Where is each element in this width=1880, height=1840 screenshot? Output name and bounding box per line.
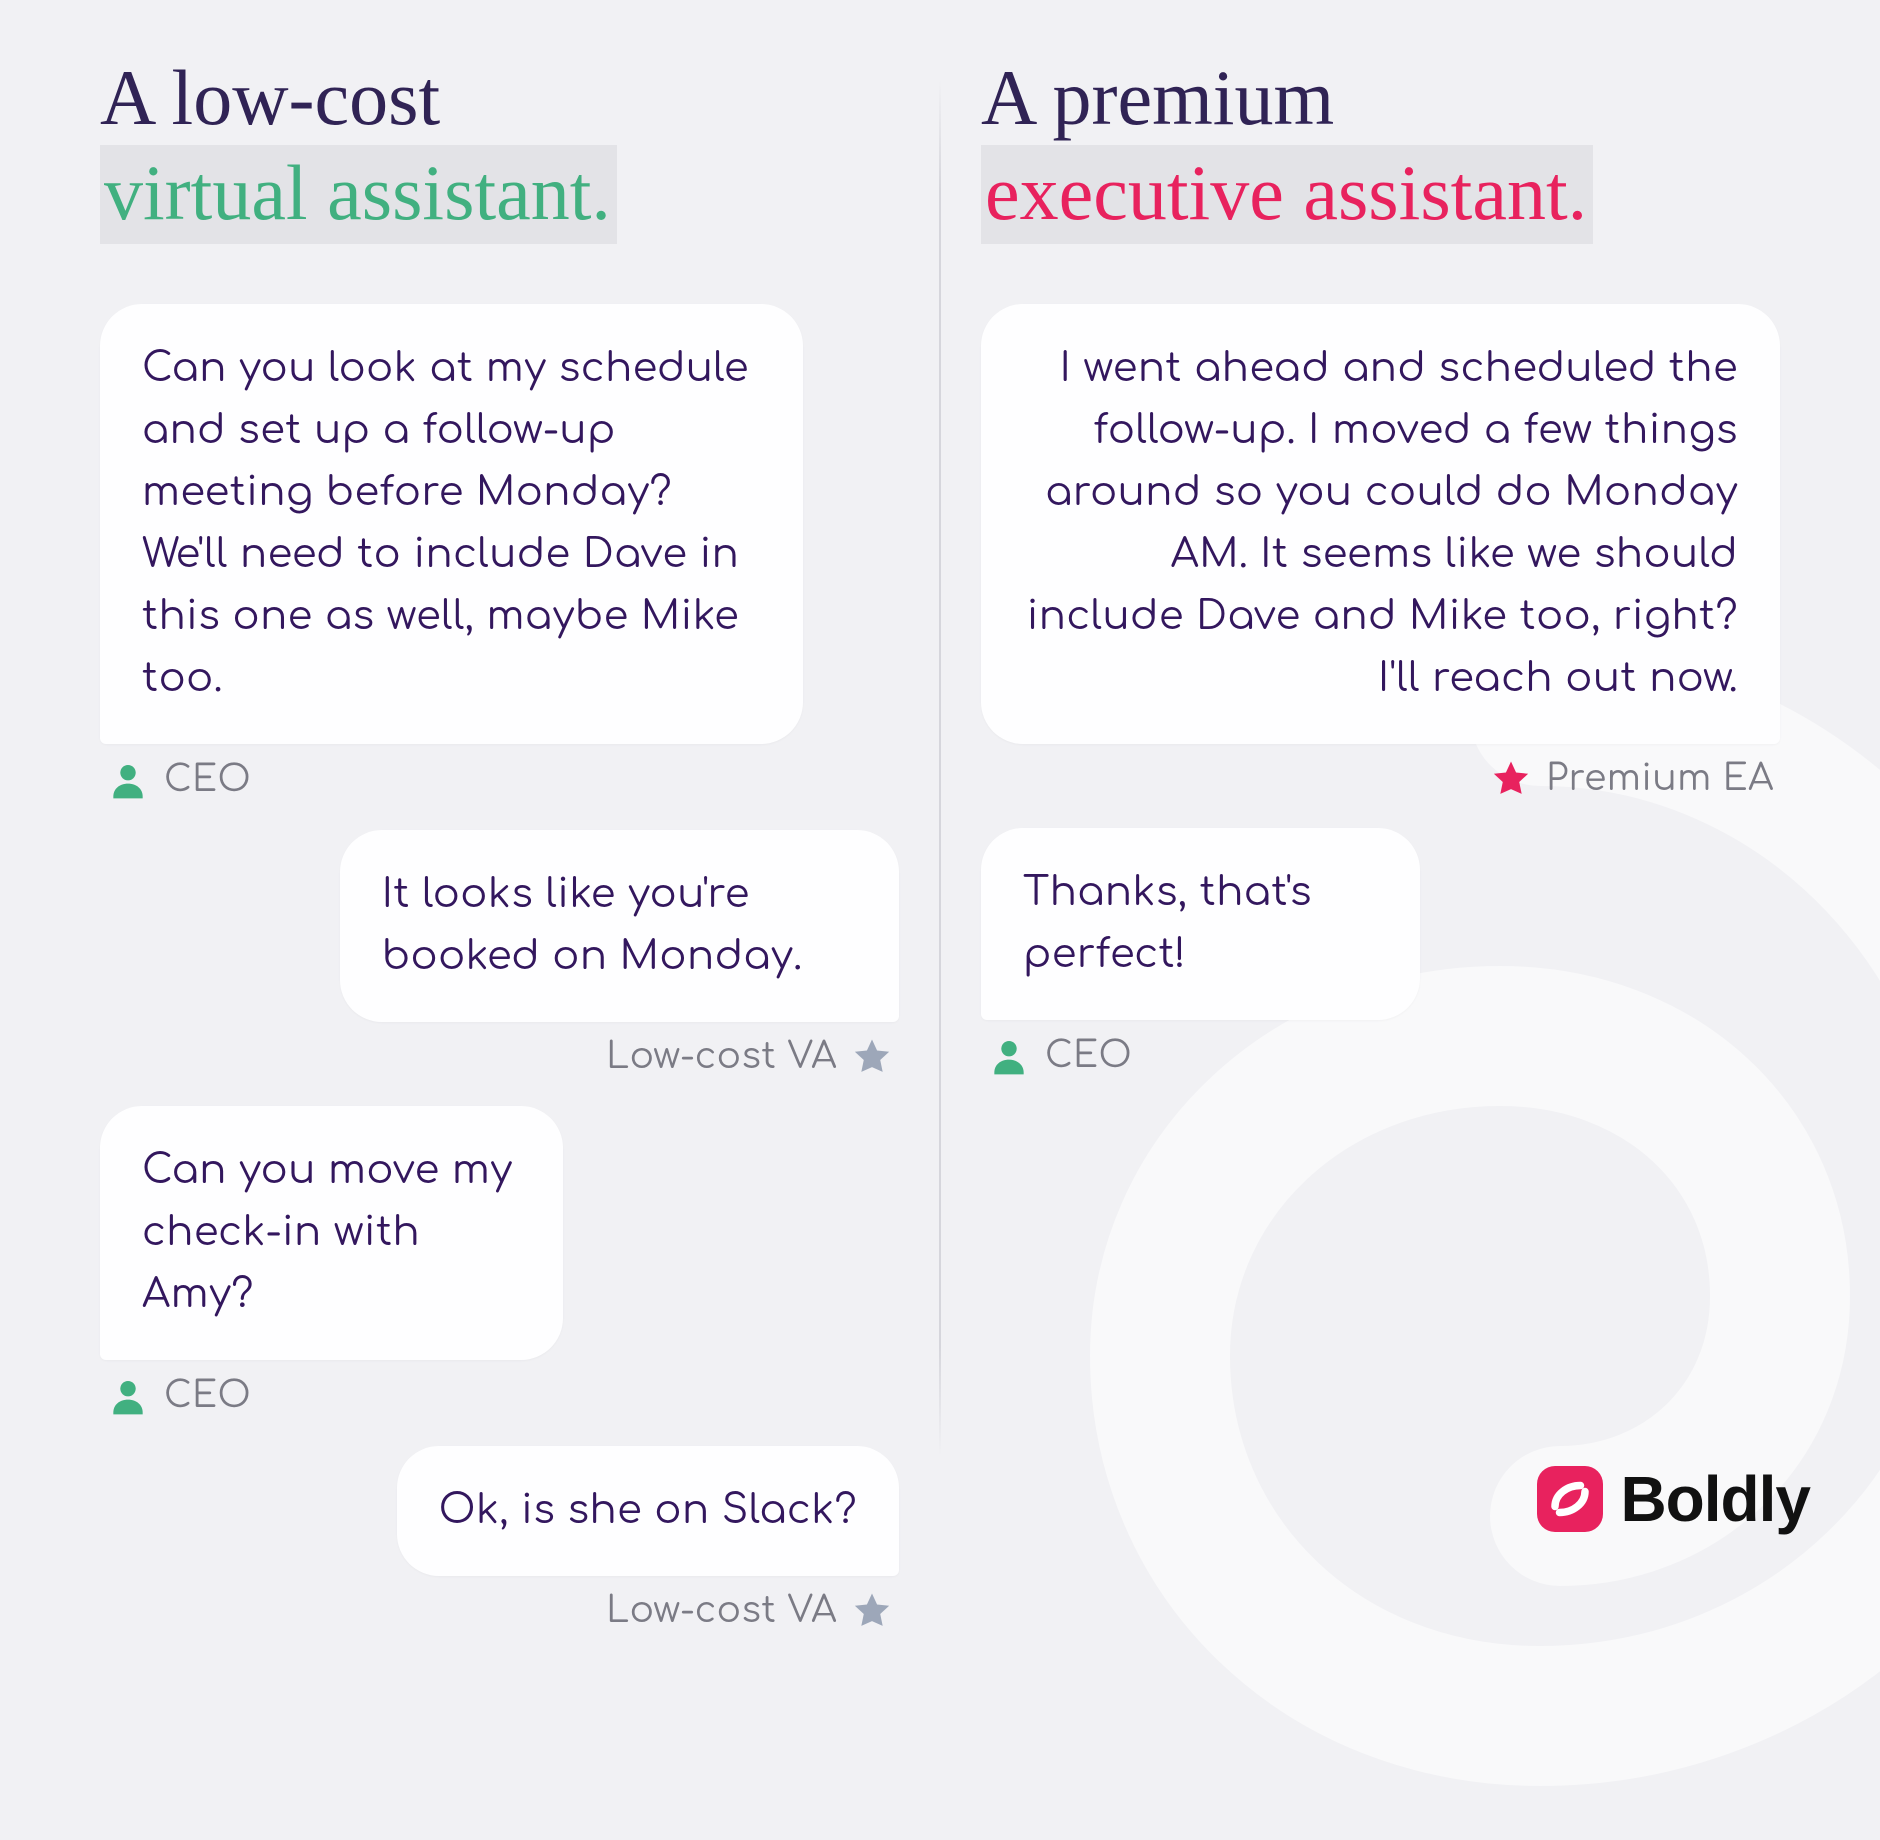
message-attribution: CEO — [981, 1034, 1420, 1078]
message-block: I went ahead and scheduled the follow-up… — [981, 304, 1780, 800]
comparison-container: A low-cost virtual assistant. Can you lo… — [0, 0, 1880, 1576]
sender-label: Premium EA — [1546, 759, 1774, 799]
chat-bubble: Can you move my check-in with Amy? — [100, 1106, 563, 1360]
message-block: Thanks, that's perfect! CEO — [981, 828, 1780, 1078]
message-block: Ok, is she on Slack? Low-cost VA — [100, 1446, 899, 1632]
heading-premium: A premium executive assistant. — [981, 50, 1780, 244]
logo-mark-icon — [1534, 1463, 1606, 1535]
message-block: Can you look at my schedule and set up a… — [100, 304, 899, 802]
star-icon — [851, 1590, 893, 1632]
message-block: It looks like you're booked on Monday. L… — [100, 830, 899, 1078]
sender-label: CEO — [1045, 1036, 1132, 1076]
message-attribution: Low-cost VA — [340, 1036, 899, 1078]
chat-bubble: I went ahead and scheduled the follow-up… — [981, 304, 1780, 744]
brand-logo: Boldly — [1534, 1462, 1810, 1536]
chat-bubble: Ok, is she on Slack? — [397, 1446, 899, 1576]
person-icon — [106, 758, 150, 802]
chat-bubble: Thanks, that's perfect! — [981, 828, 1420, 1020]
logo-text: Boldly — [1620, 1462, 1810, 1536]
sender-label: Low-cost VA — [606, 1591, 837, 1631]
heading-line-2: virtual assistant. — [100, 145, 617, 244]
sender-label: CEO — [164, 1376, 251, 1416]
chat-bubble: It looks like you're booked on Monday. — [340, 830, 899, 1022]
message-attribution: Premium EA — [981, 758, 1780, 800]
star-icon — [1490, 758, 1532, 800]
chat-bubble: Can you look at my schedule and set up a… — [100, 304, 803, 744]
person-icon — [987, 1034, 1031, 1078]
heading-low-cost: A low-cost virtual assistant. — [100, 50, 899, 244]
person-icon — [106, 1374, 150, 1418]
sender-label: CEO — [164, 760, 251, 800]
sender-label: Low-cost VA — [606, 1037, 837, 1077]
message-block: Can you move my check-in with Amy? CEO — [100, 1106, 899, 1418]
message-attribution: CEO — [100, 1374, 563, 1418]
message-attribution: CEO — [100, 758, 899, 802]
column-low-cost: A low-cost virtual assistant. Can you lo… — [60, 50, 939, 1536]
heading-line-1: A premium — [981, 54, 1334, 141]
message-attribution: Low-cost VA — [397, 1590, 899, 1632]
heading-line-1: A low-cost — [100, 54, 440, 141]
column-premium: A premium executive assistant. I went ah… — [941, 50, 1820, 1536]
star-icon — [851, 1036, 893, 1078]
heading-line-2: executive assistant. — [981, 145, 1593, 244]
